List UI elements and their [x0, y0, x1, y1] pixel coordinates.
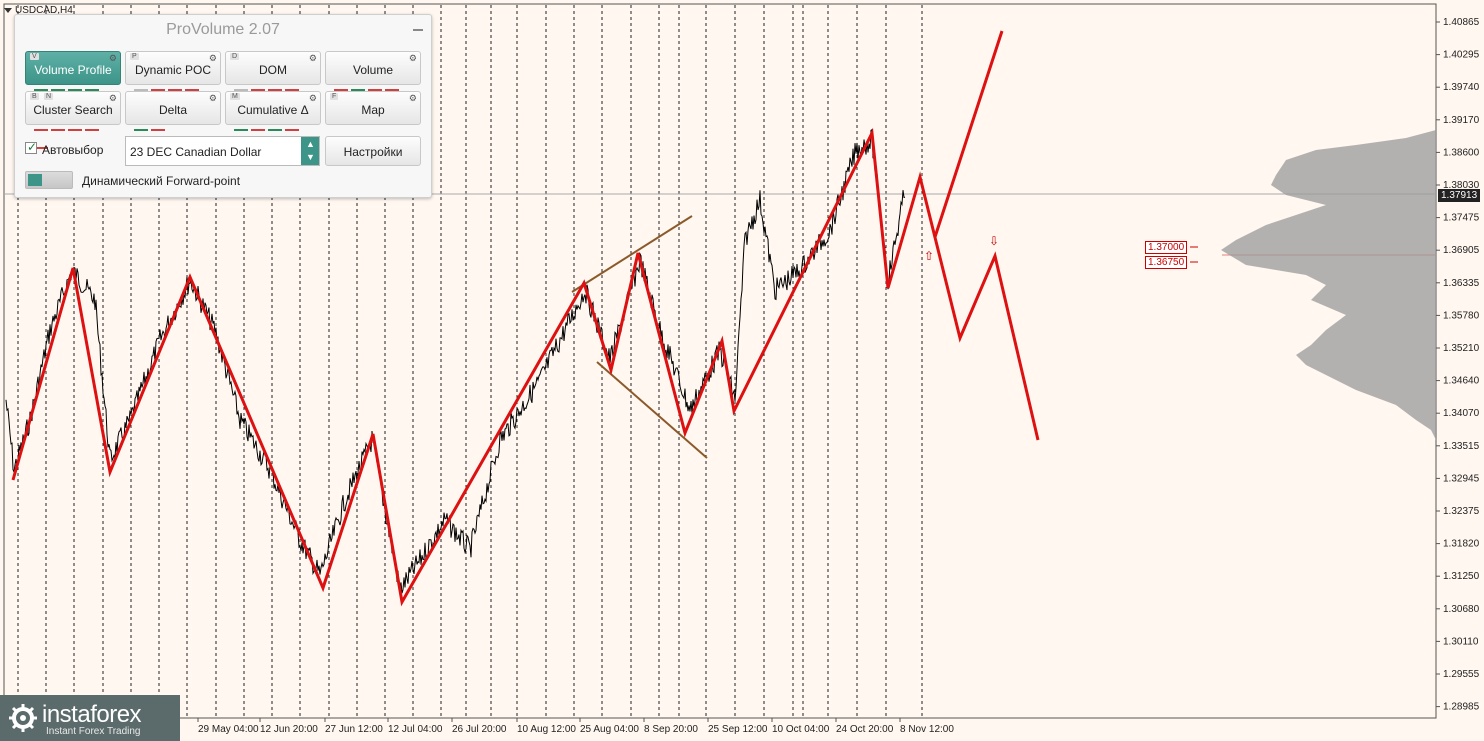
indicator-strip	[234, 118, 312, 149]
indicator-strip	[234, 78, 312, 109]
time-tick-label: 8 Nov 12:00	[900, 724, 954, 735]
time-tick-label: 25 Sep 12:00	[708, 724, 768, 735]
price-tick-label: 1.33515	[1443, 441, 1480, 452]
price-series	[5, 128, 906, 594]
mode-button-6[interactable]: M ⚙ Cumulative Δ	[225, 91, 321, 149]
mode-button-7[interactable]: F ⚙ Map	[325, 91, 421, 125]
price-tick-label: 1.30110	[1443, 636, 1479, 647]
level-tag-1[interactable]: 1.37000	[1145, 241, 1188, 254]
hotkey-badge: M	[230, 93, 240, 100]
price-tick-label: 1.35780	[1443, 310, 1480, 321]
mode-button-label: Volume	[352, 63, 394, 77]
gear-logo-icon	[9, 704, 37, 732]
current-price-tag: 1.37913	[1438, 189, 1481, 202]
price-tick-label: 1.36335	[1443, 278, 1480, 289]
price-tick-label: 1.28985	[1443, 702, 1480, 713]
hotkey-badge: P	[130, 53, 139, 60]
time-tick-label: 27 Jun 12:00	[325, 724, 383, 735]
forward-point-toggle[interactable]	[25, 171, 73, 189]
time-tick-label: 26 Jul 20:00	[452, 724, 507, 735]
mode-button-2[interactable]: D ⚙ DOM	[225, 51, 321, 109]
mode-button-3[interactable]: ⚙ Volume	[325, 51, 421, 91]
mode-button-label: DOM	[259, 63, 287, 77]
checkmark-icon: ✓	[27, 140, 38, 154]
price-tick-label: 1.39740	[1443, 82, 1480, 93]
indicator-strip	[334, 78, 412, 91]
mode-button-label: Cumulative Δ	[237, 103, 309, 117]
price-tick-label: 1.35210	[1443, 343, 1480, 354]
mode-button-1[interactable]: P ⚙ Dynamic POC	[125, 51, 221, 109]
mode-button-4[interactable]: B N ⚙ Cluster Search	[25, 91, 121, 149]
autoselect-label: Автовыбор	[42, 143, 104, 157]
spinner-arrows[interactable]: ▲ ▼	[301, 137, 319, 165]
price-tick-label: 1.40865	[1443, 17, 1480, 28]
logo-name: instaforex	[42, 701, 142, 728]
price-tick-label: 1.32945	[1443, 473, 1480, 484]
hotkey-badge: F	[330, 93, 339, 100]
mode-button-label: Map	[361, 103, 385, 117]
mode-button-0[interactable]: V ⚙ Volume Profile	[25, 51, 121, 109]
hotkey-badge: V	[30, 53, 39, 60]
indicator-strip	[34, 118, 112, 149]
chevron-up-icon[interactable]: ▲	[306, 139, 315, 149]
zigzag-line	[11, 127, 1040, 607]
time-tick-label: 10 Oct 04:00	[772, 724, 830, 735]
price-tick-label: 1.34640	[1443, 376, 1480, 387]
mode-button-label: Volume Profile	[34, 63, 112, 77]
price-tick-label: 1.40295	[1443, 50, 1480, 61]
time-tick-label: 10 Aug 12:00	[517, 724, 576, 735]
mode-button-5[interactable]: ⚙ Delta	[125, 91, 221, 131]
price-tick-label: 1.37475	[1443, 213, 1480, 224]
volume-profile	[1221, 130, 1436, 440]
autoselect-checkbox[interactable]: ✓	[25, 140, 38, 154]
mode-button-label: Delta	[158, 103, 187, 117]
indicator-strip	[134, 118, 212, 131]
hotkey-badge: N	[44, 93, 54, 100]
hotkey-badge: B	[30, 93, 39, 100]
minimize-icon[interactable]	[413, 29, 423, 31]
time-tick-label: 24 Oct 20:00	[836, 724, 894, 735]
logo-tagline: Instant Forex Trading	[46, 726, 141, 737]
time-tick-label: 8 Sep 20:00	[644, 724, 698, 735]
settings-button[interactable]: Настройки	[325, 136, 421, 166]
instrument-select[interactable]: 23 DEC Canadian Dollar ▲ ▼	[125, 136, 320, 166]
up-arrow-icon: ⇧	[924, 249, 934, 263]
forward-point-label: Динамический Forward-point	[82, 174, 241, 188]
mode-button-label: Cluster Search	[33, 103, 113, 117]
price-tick-label: 1.36905	[1443, 245, 1480, 256]
mode-button-label: Dynamic POC	[134, 63, 211, 77]
down-arrow-icon: ⇩	[989, 234, 999, 248]
price-tick-label: 1.31820	[1443, 539, 1480, 550]
price-tick-label: 1.39170	[1443, 115, 1480, 126]
price-tick-label: 1.30680	[1443, 604, 1480, 615]
toggle-knob	[28, 174, 42, 186]
instrument-value: 23 DEC Canadian Dollar	[130, 145, 262, 159]
price-tick-label: 1.31250	[1443, 571, 1480, 582]
time-tick-label: 29 May 04:00	[198, 724, 259, 735]
indicator-strip	[134, 78, 212, 109]
price-tick-label: 1.29555	[1443, 669, 1480, 680]
indicator-strip	[34, 78, 112, 109]
price-tick-label: 1.32375	[1443, 506, 1480, 517]
time-tick-label: 12 Jun 20:00	[260, 724, 318, 735]
time-tick-label: 12 Jul 04:00	[388, 724, 443, 735]
indicator-strip	[334, 118, 412, 121]
time-tick-label: 25 Aug 04:00	[580, 724, 639, 735]
projection-line	[933, 30, 1004, 238]
price-tick-label: 1.38600	[1443, 147, 1480, 158]
level-tag-2[interactable]: 1.36750	[1145, 256, 1188, 269]
instaforex-logo: instaforex Instant Forex Trading	[0, 695, 180, 741]
provolume-panel: ProVolume 2.07 V ⚙ Volume Profile P ⚙ Dynamic…	[14, 14, 432, 198]
hotkey-badge: D	[230, 53, 240, 60]
chevron-down-icon[interactable]: ▼	[306, 152, 315, 162]
price-tick-label: 1.34070	[1443, 408, 1480, 419]
panel-title: ProVolume 2.07	[166, 21, 280, 38]
dropdown-icon[interactable]	[4, 7, 12, 13]
